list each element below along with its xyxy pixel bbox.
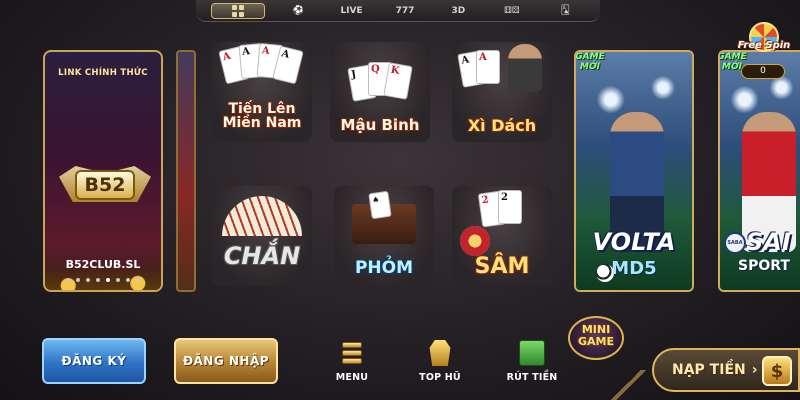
tab-sports[interactable]: ⚽ <box>278 3 318 19</box>
game-title-line2: Miền Nam <box>222 115 302 132</box>
dragon-cards-illustration: J Q K <box>330 42 430 112</box>
nav-menu[interactable]: MENU <box>322 340 382 383</box>
game-title: Xì Dách <box>467 116 537 135</box>
player-cards-illustration: A A <box>452 42 552 112</box>
feature-title: VOLTA <box>592 228 676 256</box>
new-game-label: GAME MỚI <box>575 52 605 73</box>
game-tile-xi-dach[interactable]: A A Xì Dách <box>452 42 552 142</box>
pagination-dot[interactable] <box>126 278 130 282</box>
b52-logo: B52 <box>75 170 135 200</box>
chips-cards-illustration: 2 2 <box>452 186 552 256</box>
game-tile-mau-binh[interactable]: J Q K Mậu Binh <box>330 42 430 142</box>
deposit-label: NẠP TIỀN <box>672 362 746 378</box>
dice-icon: ⚅⚄ <box>503 5 520 16</box>
promo-banner[interactable]: LINK CHÍNH THỨC B52 B52CLUB.SL <box>43 50 163 292</box>
free-spin-widget[interactable]: Free Spin 0 <box>735 20 793 84</box>
feature-card-volta[interactable]: GAME MỚI VOLTA MD5 <box>574 50 694 292</box>
table-illustration: ♠ <box>334 186 434 256</box>
lottery-icon: 3D <box>451 5 466 16</box>
slot-777-icon: 777 <box>395 5 415 16</box>
nav-top-hu-label: TOP HŨ <box>419 372 461 383</box>
dollar-icon: $ <box>762 356 792 386</box>
grid-icon <box>231 4 244 17</box>
game-title: Mậu Binh <box>340 116 420 134</box>
mini-game-line2: GAME <box>577 334 614 348</box>
game-tile-tien-len[interactable]: A A A A Tiến Lên Miền Nam <box>212 42 312 142</box>
category-tab-bar: ⚽ LIVE 777 3D ⚅⚄ 🂡 <box>196 0 600 22</box>
game-tile-phom[interactable]: ♠ PHỎM <box>334 186 434 286</box>
banner-pagination <box>45 278 161 282</box>
pagination-dot[interactable] <box>86 278 90 282</box>
cards-icon: 🂡 <box>560 5 570 16</box>
partial-game-card[interactable] <box>176 50 196 292</box>
pagination-dot[interactable] <box>76 278 80 282</box>
deposit-button[interactable]: NẠP TIỀN › $ <box>652 348 800 392</box>
menu-icon <box>339 340 365 366</box>
atm-icon <box>519 340 545 366</box>
login-button[interactable]: ĐĂNG NHẬP <box>174 338 278 384</box>
jackpot-pot-icon <box>429 340 451 366</box>
dealer-figure <box>508 44 542 92</box>
game-title: PHỎM <box>354 258 414 278</box>
tab-cards[interactable]: 🂡 <box>545 3 585 19</box>
mini-game-button[interactable]: MINI GAME <box>566 316 626 362</box>
pagination-dot[interactable] <box>136 278 140 282</box>
nav-withdraw[interactable]: RÚT TIỀN <box>502 340 562 383</box>
chevron-right-icon: › <box>751 362 758 378</box>
nav-top-hu[interactable]: TOP HŨ <box>410 340 470 383</box>
pagination-dot[interactable] <box>66 278 70 282</box>
pagination-dot-active[interactable] <box>106 278 110 282</box>
soccer-ball-icon: ⚽ <box>292 5 304 16</box>
pagination-dot[interactable] <box>116 278 120 282</box>
tab-slots[interactable]: 777 <box>385 3 425 19</box>
pagination-dot[interactable] <box>96 278 100 282</box>
game-title: SÂM <box>474 254 530 279</box>
game-tile-sam[interactable]: 2 2 SÂM <box>452 186 552 286</box>
free-spin-label: Free Spin <box>737 40 791 51</box>
game-title: Tiến Lên Miền Nam <box>212 102 312 131</box>
mini-game-label: MINI GAME <box>566 324 626 347</box>
mini-game-line1: MINI <box>581 323 611 336</box>
free-spin-count: 0 <box>741 64 785 79</box>
tab-lottery[interactable]: 3D <box>438 3 478 19</box>
register-button[interactable]: ĐĂNG KÝ <box>42 338 146 384</box>
tab-dice[interactable]: ⚅⚄ <box>492 3 532 19</box>
official-link-label: LINK CHÍNH THỨC <box>58 68 148 78</box>
feature-subtitle: MD5 <box>611 258 657 279</box>
live-icon: LIVE <box>340 5 363 16</box>
tab-live[interactable]: LIVE <box>332 3 372 19</box>
feature-card-saba-sport[interactable]: GAME MỚI SABA SAI SPORT <box>718 50 800 292</box>
tab-all-games[interactable] <box>210 2 265 19</box>
feature-subtitle: SPORT <box>738 258 790 274</box>
nav-withdraw-label: RÚT TIỀN <box>506 372 558 383</box>
feature-title: SAI <box>746 228 791 256</box>
game-title: CHẮN <box>223 242 301 270</box>
nav-menu-label: MENU <box>335 372 369 383</box>
game-tile-chan[interactable]: CHẮN <box>212 186 312 286</box>
